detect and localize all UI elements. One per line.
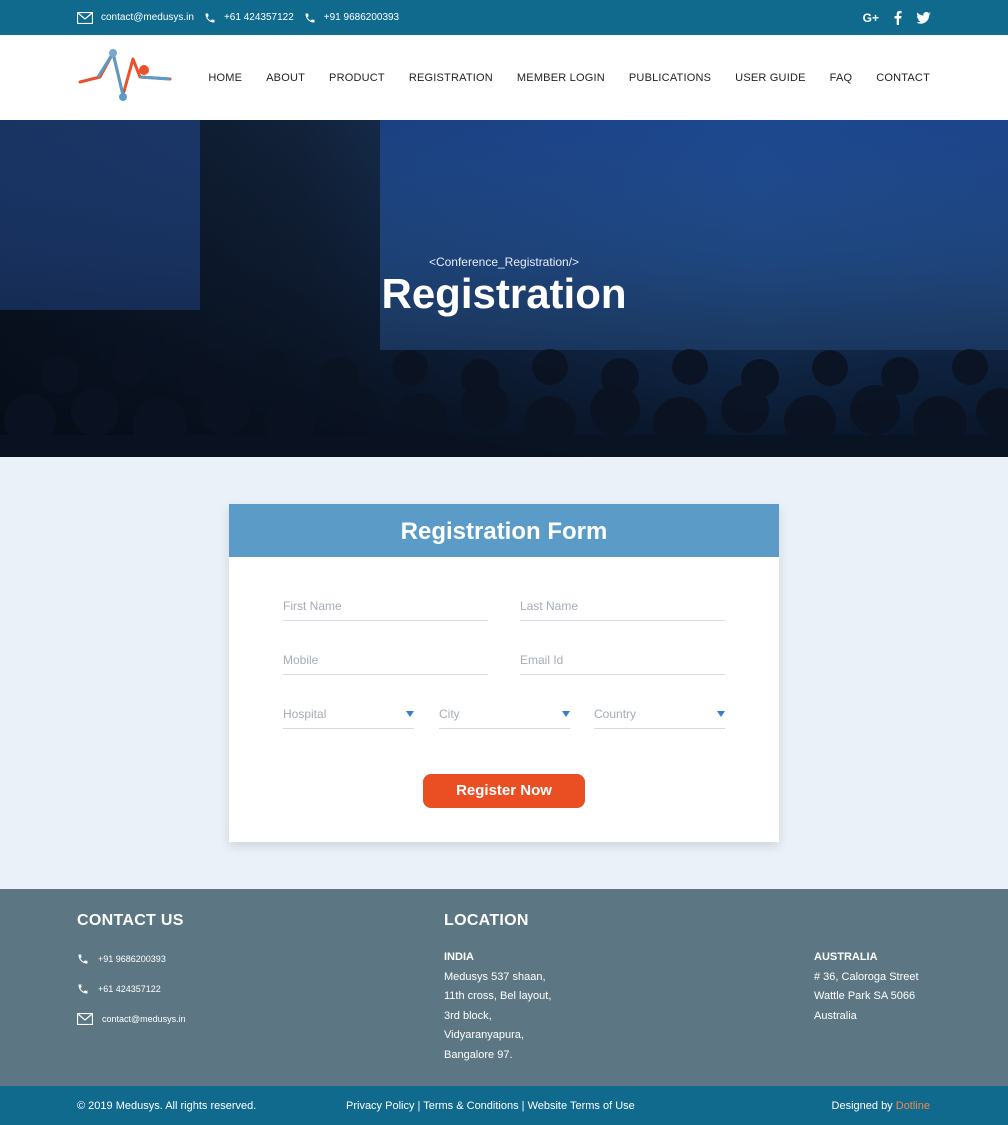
- medusys-logo[interactable]: [78, 47, 172, 105]
- last-name-input[interactable]: [520, 598, 725, 613]
- bottom-bar: © 2019 Medusys. All rights reserved. Pri…: [0, 1086, 1008, 1125]
- address-australia-country: AUSTRALIA: [814, 951, 878, 963]
- mobile-input[interactable]: [283, 652, 488, 667]
- address-australia-line: Wattle Park SA 5066: [814, 990, 916, 1002]
- top-phone-2[interactable]: +91 9686200393: [304, 12, 399, 24]
- main-nav: HOME ABOUT PRODUCT REGISTRATION MEMBER L…: [184, 35, 930, 120]
- email-input[interactable]: [520, 652, 725, 667]
- country-select-label: Country: [594, 706, 637, 721]
- chevron-down-icon: [717, 711, 725, 717]
- footer-email[interactable]: contact@medusys.in: [77, 1013, 186, 1025]
- footer-email-text: contact@medusys.in: [102, 1014, 186, 1024]
- designed-by-label: Designed by: [831, 1100, 893, 1112]
- address-australia-line: Australia: [814, 1009, 857, 1022]
- address-india-country: INDIA: [444, 951, 474, 963]
- address-india: INDIA Medusys 537 shaan, 11th cross, Bel…: [444, 948, 551, 1065]
- phone-icon: [205, 13, 215, 22]
- nav-faq[interactable]: FAQ: [830, 72, 853, 84]
- phone-icon: [78, 954, 88, 964]
- nav-publications[interactable]: PUBLICATIONS: [629, 72, 711, 84]
- chevron-down-icon: [406, 711, 414, 717]
- footer-phone-2[interactable]: +61 424357122: [77, 983, 161, 995]
- hospital-select[interactable]: Hospital: [283, 699, 414, 729]
- nav-about[interactable]: ABOUT: [266, 72, 305, 84]
- hero-banner: <Conference_Registration/> Registration: [0, 120, 1008, 457]
- nav-contact[interactable]: CONTACT: [876, 72, 930, 84]
- city-select[interactable]: City: [439, 699, 570, 729]
- mobile-field[interactable]: [283, 645, 488, 675]
- nav-registration[interactable]: REGISTRATION: [409, 72, 493, 84]
- nav-user-guide[interactable]: USER GUIDE: [735, 72, 805, 84]
- register-now-button[interactable]: Register Now: [423, 774, 585, 808]
- twitter-icon[interactable]: [916, 11, 931, 24]
- first-name-input[interactable]: [283, 598, 488, 613]
- email-field[interactable]: [520, 645, 725, 675]
- top-contacts: contact@medusys.in +61 424357122 +91 968…: [77, 0, 409, 35]
- form-title: Registration Form: [229, 504, 779, 557]
- first-name-field[interactable]: [283, 591, 488, 621]
- city-select-label: City: [439, 706, 460, 721]
- nav-product[interactable]: PRODUCT: [329, 72, 385, 84]
- registration-form-card: Registration Form Hospital City Country …: [229, 504, 779, 842]
- site-header: HOME ABOUT PRODUCT REGISTRATION MEMBER L…: [0, 35, 1008, 120]
- top-email[interactable]: contact@medusys.in: [77, 11, 194, 24]
- address-india-line: 3rd block,: [444, 1009, 492, 1022]
- facebook-icon[interactable]: [893, 10, 902, 25]
- country-select[interactable]: Country: [594, 699, 725, 729]
- hero-subtitle: <Conference_Registration/>: [428, 255, 580, 269]
- designed-by: Designed by Dotline: [832, 1100, 930, 1112]
- mail-icon: [77, 11, 93, 24]
- phone-icon: [305, 13, 315, 22]
- site-footer: CONTACT US +91 9686200393 +61 424357122 …: [0, 889, 1008, 1086]
- address-india-line: Bangalore 97.: [444, 1048, 513, 1061]
- top-phone-2-text: +91 9686200393: [323, 12, 400, 23]
- address-australia: AUSTRALIA # 36, Caloroga Street Wattle P…: [814, 948, 919, 1026]
- footer-phone-1[interactable]: +91 9686200393: [77, 953, 166, 965]
- top-bar: contact@medusys.in +61 424357122 +91 968…: [0, 0, 1008, 35]
- address-australia-line: # 36, Caloroga Street: [814, 970, 919, 983]
- location-heading: LOCATION: [444, 912, 529, 929]
- top-phone-1[interactable]: +61 424357122: [204, 12, 294, 24]
- google-plus-icon[interactable]: G+: [863, 11, 879, 25]
- footer-phone-1-text: +91 9686200393: [98, 954, 166, 964]
- nav-home[interactable]: HOME: [208, 72, 242, 84]
- footer-phone-2-text: +61 424357122: [98, 984, 161, 994]
- phone-icon: [78, 984, 88, 994]
- hospital-select-label: Hospital: [283, 706, 327, 721]
- hero-title: Registration: [381, 270, 627, 317]
- address-india-line: Vidyaranyapura,: [444, 1029, 524, 1041]
- legal-links[interactable]: Privacy Policy | Terms & Conditions | We…: [346, 1100, 635, 1112]
- chevron-down-icon: [562, 711, 570, 717]
- contact-us-heading: CONTACT US: [77, 912, 184, 929]
- designer-link[interactable]: Dotline: [896, 1100, 930, 1112]
- mail-icon: [77, 1013, 93, 1025]
- copyright-text: © 2019 Medusys. All rights reserved.: [77, 1100, 257, 1112]
- address-india-line: Medusys 537 shaan,: [444, 970, 546, 983]
- top-email-text: contact@medusys.in: [101, 12, 194, 23]
- top-phone-1-text: +61 424357122: [223, 12, 294, 23]
- last-name-field[interactable]: [520, 591, 725, 621]
- social-links: G+: [849, 0, 931, 35]
- nav-member-login[interactable]: MEMBER LOGIN: [517, 72, 605, 84]
- address-india-line: 11th cross, Bel layout,: [444, 990, 552, 1002]
